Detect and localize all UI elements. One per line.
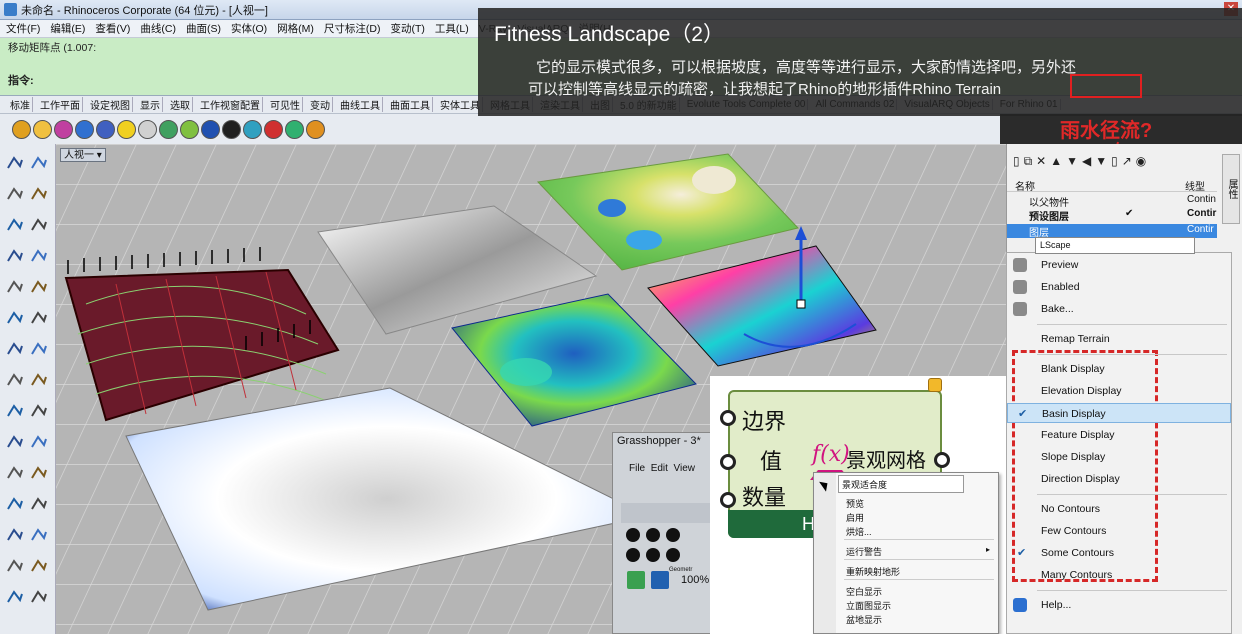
grasshopper-window: Grasshopper - 3* File Edit View Geometr … [612,432,712,634]
menu-view[interactable]: View [673,463,695,474]
menu-separator [844,559,994,560]
input-port-value[interactable] [720,454,736,470]
menu-icon [1013,258,1027,272]
menu-item-label: Basin Display [1042,408,1106,420]
check-icon: ✔ [1017,547,1027,559]
menu-item-enabled[interactable]: Enabled [1007,277,1231,297]
menu-gutter [814,473,836,633]
nickname-input[interactable]: LScape [1035,237,1195,254]
menu-file[interactable]: File [629,463,645,474]
gh-menu-item[interactable]: 预览 [846,497,864,510]
warning-tag [928,378,942,392]
grasshopper-title: Grasshopper - 3* [617,435,701,447]
layer-row[interactable]: 图层 Contir [1007,224,1217,239]
input-label-boundary: 边界 [742,409,787,434]
menu-item-blank-display[interactable]: Blank Display [1007,359,1231,379]
gh-nickname-input[interactable]: 景观适合度 [838,475,964,493]
viewport-label[interactable]: 人视一 ▾ [60,148,106,162]
menu-item-slope-display[interactable]: Slope Display [1007,447,1231,467]
gh-toolbar-icons[interactable] [621,503,711,563]
menu-item-label: Direction Display [1041,473,1120,485]
layer-linetype: Contin [1187,194,1216,205]
menu-separator [1037,590,1227,591]
zoom-level[interactable]: 100% [681,574,709,586]
gh-menu-item[interactable]: 烘焙... [846,525,872,538]
save-icon[interactable] [651,571,669,589]
layer-linetype: Contir [1187,208,1217,219]
layer-name: 预设图层 [1029,212,1069,223]
layer-row[interactable]: 以父物件 Contin [1007,194,1217,209]
menu-item-label: Enabled [1041,281,1080,293]
menu-item-bake[interactable]: Bake... [1007,299,1231,319]
menu-item-direction-display[interactable]: Direction Display [1007,469,1231,489]
menu-item-label: Preview [1041,259,1079,271]
menu-item-preview[interactable]: Preview [1007,255,1231,275]
menu-item-label: Remap Terrain [1041,333,1110,345]
menu-item-label: Blank Display [1041,363,1105,375]
menu-item-no-contours[interactable]: No Contours [1007,499,1231,519]
menu-item-remap-terrain[interactable]: Remap Terrain [1007,329,1231,349]
gh-menu-item[interactable]: 空白显示 [846,585,882,598]
menu-item-feature-display[interactable]: Feature Display [1007,425,1231,445]
check-icon: ✔ [1018,408,1028,420]
gh-menu-item[interactable]: 立面图显示 [846,599,891,612]
grasshopper-menu: File Edit View [629,463,695,474]
menu-separator [844,539,994,540]
menu-item-label: Slope Display [1041,451,1106,463]
menu-item-few-contours[interactable]: Few Contours [1007,521,1231,541]
input-label-count: 数量 [742,485,787,510]
layers-header: 名称 线型 [1007,176,1217,193]
menu-edit[interactable]: Edit [651,463,668,474]
menu-item-label: No Contours [1041,503,1100,515]
layer-row[interactable]: 预设图层 ✔ Contir [1007,208,1217,223]
viewport-title: 人视一 [64,150,94,161]
layer-toolbar[interactable]: ▯⧉✕▲▼◀▼▯↗◉ [1013,154,1150,169]
menu-separator [1037,354,1227,355]
component-context-menu: LScape Preview Enabled Bake... Remap Terrai… [1006,237,1232,634]
function-icon: f(x) [812,442,850,467]
chevron-down-icon[interactable]: ▾ [97,150,102,161]
output-label-mesh: 景观网格 [846,450,926,472]
input-port-boundary[interactable] [720,410,736,426]
menu-item-label: Elevation Display [1041,385,1122,397]
gh-menu-item[interactable]: 盆地显示 [846,613,882,626]
check-icon: ✔ [1125,208,1134,219]
output-port-mesh[interactable] [934,452,950,468]
menu-item-elevation-display[interactable]: Elevation Display [1007,381,1231,401]
open-file-icon[interactable] [627,571,645,589]
menu-item-label: Help... [1041,599,1072,611]
menu-icon [1013,280,1027,294]
menu-item-many-contours[interactable]: Many Contours [1007,565,1231,585]
col-name: 名称 [1015,182,1035,193]
help-icon [1013,598,1027,612]
menu-separator [1037,324,1227,325]
gh-menu-item[interactable]: 启用 [846,511,864,524]
gh-context-menu: 景观适合度 预览 启用 烘焙... 运行警告 ▸ 重新映射地形 空白显示 立面图显示 盆地显示 [813,472,999,634]
gh-menu-item[interactable]: 重新映射地形 [846,565,900,578]
gh-category-strip: Geometr [669,567,693,573]
menu-item-help[interactable]: Help... [1007,595,1231,615]
menu-item-label: Many Contours [1041,569,1113,581]
col-linetype: 线型 [1185,182,1205,193]
menu-separator [1037,494,1227,495]
gh-menu-item[interactable]: 运行警告 [846,545,882,558]
input-port-count[interactable] [720,492,736,508]
menu-item-label: Some Contours [1041,547,1114,559]
menu-item-label: Few Contours [1041,525,1107,537]
menu-item-basin-display[interactable]: ✔ Basin Display [1007,403,1231,423]
layer-name: 以父物件 [1029,198,1069,209]
properties-tab[interactable]: 属性 [1222,154,1240,224]
menu-separator [844,579,994,580]
input-label-value: 值 [760,449,783,474]
menu-item-label: Bake... [1041,303,1074,315]
menu-item-some-contours[interactable]: ✔ Some Contours [1007,543,1231,563]
menu-icon [1013,302,1027,316]
submenu-arrow-icon: ▸ [986,545,991,554]
layer-linetype: Contir [1187,224,1214,235]
menu-item-label: Feature Display [1041,429,1115,441]
